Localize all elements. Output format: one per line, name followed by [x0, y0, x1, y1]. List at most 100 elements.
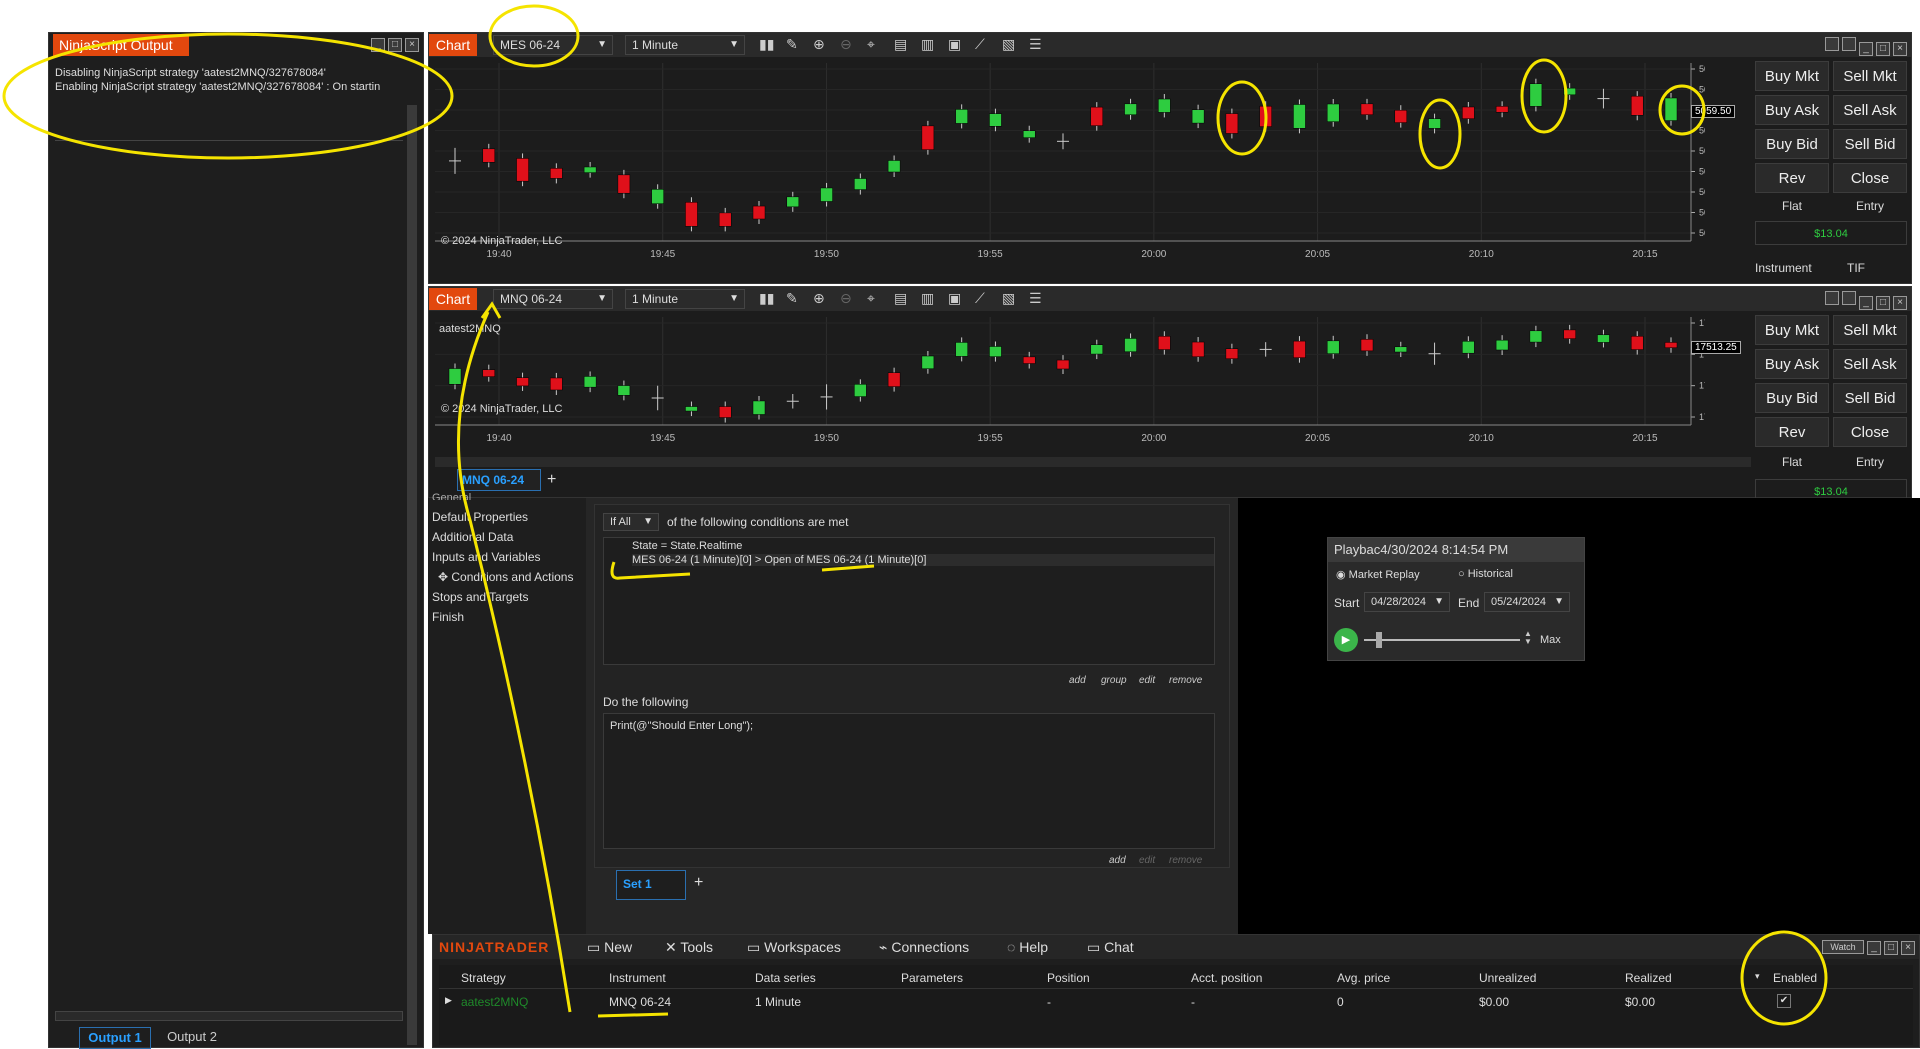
maximize-icon[interactable]: □ — [1876, 296, 1890, 310]
bars-type-icon[interactable]: ▮▮ — [759, 290, 774, 307]
end-date-select[interactable]: 05/24/2024 ▼ — [1484, 592, 1570, 612]
chart-trader-icon[interactable]: ▥ — [921, 290, 934, 307]
col-position[interactable]: Position — [1047, 971, 1090, 985]
close-icon[interactable]: × — [1893, 42, 1907, 56]
cond-group-link[interactable]: group — [1101, 675, 1127, 686]
sell-bid-button[interactable]: Sell Bid — [1833, 383, 1907, 413]
data-box-icon[interactable]: ▤ — [894, 36, 907, 53]
col-avg-price[interactable]: Avg. price — [1337, 971, 1390, 985]
menu-connections[interactable]: ⌁ Connections — [879, 939, 969, 956]
menu-workspaces[interactable]: ▭ Workspaces — [747, 939, 841, 956]
strategies-icon[interactable]: ▧ — [1002, 36, 1015, 53]
condition-item[interactable]: State = State.Realtime — [632, 540, 742, 552]
sell-ask-button[interactable]: Sell Ask — [1833, 349, 1907, 379]
buy-bid-button[interactable]: Buy Bid — [1755, 129, 1829, 159]
properties-icon[interactable]: ☰ — [1029, 36, 1042, 53]
crosshair-icon[interactable]: ⌖ — [867, 36, 875, 53]
nav-default-properties[interactable]: Default Properties — [432, 510, 528, 524]
chart2-hscrollbar[interactable] — [435, 457, 1751, 467]
rev-button[interactable]: Rev — [1755, 163, 1829, 193]
bars-type-icon[interactable]: ▮▮ — [759, 36, 774, 53]
indicators-icon[interactable]: ⟋ — [975, 36, 985, 53]
nav-stops-targets[interactable]: Stops and Targets — [432, 590, 529, 604]
chart-trader-icon[interactable]: ▥ — [921, 36, 934, 53]
sell-mkt-button[interactable]: Sell Mkt — [1833, 315, 1907, 345]
nav-inputs-variables[interactable]: Inputs and Variables — [432, 550, 541, 564]
market-replay-radio[interactable]: ◉ Market Replay — [1336, 568, 1420, 581]
pencil-icon[interactable]: ✎ — [786, 36, 798, 53]
pencil-icon[interactable]: ✎ — [786, 290, 798, 307]
zoom-in-icon[interactable]: ⊕ — [813, 36, 825, 53]
col-strategy[interactable]: Strategy — [461, 971, 506, 985]
properties-icon[interactable]: ☰ — [1029, 290, 1042, 307]
chart1-instrument-select[interactable]: MES 06-24 ▼ — [493, 35, 613, 55]
add-set-icon[interactable]: + — [694, 874, 703, 892]
speed-slider-handle[interactable] — [1376, 632, 1382, 648]
col-acct-position[interactable]: Acct. position — [1191, 971, 1262, 985]
output-tab-1[interactable]: Output 1 — [79, 1027, 151, 1049]
historical-radio[interactable]: ○ Historical — [1458, 568, 1513, 580]
actions-list[interactable]: Print(@"Should Enter Long"); — [603, 713, 1215, 849]
output-hscrollbar[interactable] — [55, 1011, 403, 1021]
cond-edit-link[interactable]: edit — [1139, 675, 1155, 686]
crosshair-icon[interactable]: ⌖ — [867, 290, 875, 307]
close-button[interactable]: Close — [1833, 417, 1907, 447]
zoom-out-icon[interactable]: ⊖ — [840, 36, 852, 53]
act-remove-link[interactable]: remove — [1169, 855, 1202, 866]
link-icon[interactable] — [1825, 37, 1839, 51]
cond-add-link[interactable]: add — [1069, 675, 1086, 686]
nav-conditions-actions[interactable]: ✥ Conditions and Actions — [438, 570, 573, 584]
nav-additional-data[interactable]: Additional Data — [432, 530, 513, 544]
buy-ask-button[interactable]: Buy Ask — [1755, 95, 1829, 125]
chart1-plot[interactable]: 19:40 19:45 19:50 19:55 20:00 20:05 20:10 20:15… — [435, 63, 1705, 283]
snapshot-icon[interactable]: ▣ — [948, 290, 961, 307]
output-text-area[interactable]: Disabling NinjaScript strategy 'aatest2M… — [55, 65, 403, 141]
if-all-select[interactable]: If All ▼ — [603, 513, 659, 531]
buy-bid-button[interactable]: Buy Bid — [1755, 383, 1829, 413]
chart2-instrument-select[interactable]: MNQ 06-24 ▼ — [493, 289, 613, 309]
strategies-icon[interactable]: ▧ — [1002, 290, 1015, 307]
maximize-icon[interactable]: □ — [388, 38, 402, 52]
nav-general[interactable]: General — [432, 492, 471, 500]
act-add-link[interactable]: add — [1109, 855, 1126, 866]
buy-mkt-button[interactable]: Buy Mkt — [1755, 315, 1829, 345]
indicators-icon[interactable]: ⟋ — [975, 290, 985, 307]
close-icon[interactable]: × — [405, 38, 419, 52]
play-button[interactable]: ▶ — [1334, 628, 1358, 652]
menu-chat[interactable]: ▭ Chat — [1087, 939, 1134, 956]
sell-ask-button[interactable]: Sell Ask — [1833, 95, 1907, 125]
table-row[interactable]: ▶ aatest2MNQ MNQ 06-24 1 Minute - - 0 $0… — [439, 991, 1913, 1013]
minimize-icon[interactable]: _ — [1867, 941, 1881, 955]
sell-bid-button[interactable]: Sell Bid — [1833, 129, 1907, 159]
close-icon[interactable]: × — [1901, 941, 1915, 955]
chart2-interval-select[interactable]: 1 Minute ▼ — [625, 289, 745, 309]
chart2-plot[interactable]: 19:40 19:45 19:50 19:55 20:00 20:05 20:10 20:15… — [435, 317, 1705, 467]
start-date-select[interactable]: 04/28/2024 ▼ — [1364, 592, 1450, 612]
data-box-icon[interactable]: ▤ — [894, 290, 907, 307]
col-enabled[interactable]: Enabled — [1773, 971, 1817, 985]
close-icon[interactable]: × — [1893, 296, 1907, 310]
link-icon[interactable] — [1825, 291, 1839, 305]
buy-mkt-button[interactable]: Buy Mkt — [1755, 61, 1829, 91]
col-instrument[interactable]: Instrument — [609, 971, 666, 985]
buy-ask-button[interactable]: Buy Ask — [1755, 349, 1829, 379]
output-scrollbar[interactable] — [407, 105, 417, 1045]
link-icon[interactable] — [1842, 37, 1856, 51]
rev-button[interactable]: Rev — [1755, 417, 1829, 447]
output-tab-2[interactable]: Output 2 — [157, 1027, 227, 1049]
minimize-icon[interactable]: _ — [1859, 42, 1873, 56]
output-window-title[interactable]: NinjaScript Output — [53, 34, 189, 56]
close-button[interactable]: Close — [1833, 163, 1907, 193]
chart2-bottom-tab[interactable]: MNQ 06-24 — [457, 469, 541, 491]
minimize-icon[interactable]: _ — [1859, 296, 1873, 310]
col-unrealized[interactable]: Unrealized — [1479, 971, 1536, 985]
speed-stepper[interactable]: ▲ ▼ — [1524, 630, 1532, 646]
sell-mkt-button[interactable]: Sell Mkt — [1833, 61, 1907, 91]
zoom-out-icon[interactable]: ⊖ — [840, 290, 852, 307]
maximize-icon[interactable]: □ — [1884, 941, 1898, 955]
cond-remove-link[interactable]: remove — [1169, 675, 1202, 686]
action-item[interactable]: Print(@"Should Enter Long"); — [610, 720, 753, 732]
col-realized[interactable]: Realized — [1625, 971, 1672, 985]
speed-slider[interactable] — [1364, 639, 1520, 641]
col-parameters[interactable]: Parameters — [901, 971, 963, 985]
